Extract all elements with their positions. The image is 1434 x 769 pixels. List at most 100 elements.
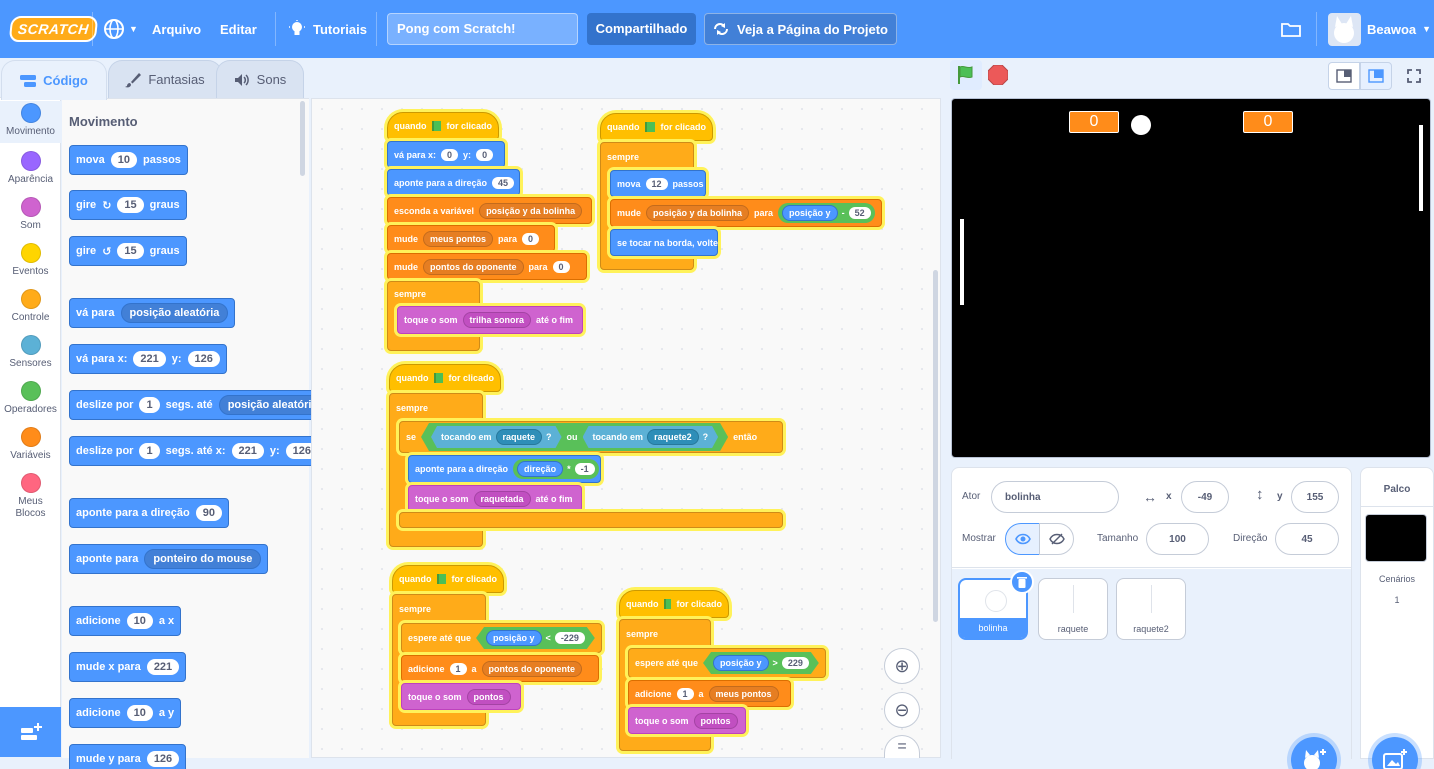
block-set-variable[interactable]: mude pontos do oponente para 0 <box>387 253 587 280</box>
workspace-scrollbar[interactable] <box>933 270 938 622</box>
category-item[interactable]: Som <box>0 197 61 232</box>
block-go-to-xy[interactable]: vá para x: 221 y: 126 <box>69 344 227 374</box>
paddle-right-sprite[interactable] <box>1419 125 1423 211</box>
scratch-logo[interactable]: SCRATCH <box>8 0 99 58</box>
stop-button[interactable] <box>987 64 1009 86</box>
green-flag-button[interactable] <box>950 60 982 90</box>
hat-when-flag-clicked[interactable]: quando for clicado <box>392 565 504 593</box>
large-stage-button[interactable] <box>1360 62 1392 90</box>
zoom-in-button[interactable]: ⊕ <box>884 648 920 684</box>
block-wait-until[interactable]: espere até que posição y < -229 <box>401 623 602 653</box>
category-item[interactable]: Aparência <box>0 151 61 186</box>
language-menu[interactable]: ▼ <box>103 0 138 58</box>
category-motion[interactable]: Movimento <box>0 101 61 143</box>
lightbulb-icon <box>289 20 305 35</box>
block-move-steps[interactable]: mova 12 passos <box>610 170 706 197</box>
block-hide-variable[interactable]: esconda a variável posição y da bolinha <box>387 197 592 224</box>
ball-sprite[interactable] <box>1131 115 1151 135</box>
score-right-monitor: 0 <box>1243 111 1293 133</box>
stage-canvas[interactable]: 0 0 <box>951 98 1431 458</box>
block-play-sound-until-done[interactable]: toque o som raquetada até o fim <box>408 485 582 512</box>
show-hidden-button[interactable] <box>1039 523 1074 555</box>
category-color-dot <box>20 151 41 171</box>
hat-when-flag-clicked[interactable]: quando for clicado <box>389 364 501 392</box>
sprite-name-input[interactable]: bolinha <box>991 481 1119 513</box>
zoom-in-icon: ⊕ <box>894 655 910 676</box>
category-item[interactable]: Controle <box>0 289 61 324</box>
block-go-to[interactable]: vá para posição aleatória <box>69 298 236 328</box>
x-label: x <box>1166 491 1172 502</box>
account-menu[interactable]: Beawoa ▼ <box>1367 0 1431 58</box>
globe-icon <box>104 19 124 39</box>
block-point-direction[interactable]: aponte para a direção 45 <box>387 169 520 196</box>
file-menu[interactable]: Arquivo <box>152 0 201 58</box>
my-stuff-button[interactable] <box>1281 0 1301 58</box>
block-play-sound[interactable]: toque o som pontos <box>628 707 746 734</box>
sprite-thumb-raquete2[interactable]: raquete2 <box>1116 578 1186 640</box>
see-project-page-button[interactable]: Veja a Página do Projeto <box>704 13 897 45</box>
category-color-dot <box>20 473 41 493</box>
x-input[interactable]: -49 <box>1181 481 1229 513</box>
block-point-towards[interactable]: aponte para ponteiro do mouse <box>69 544 269 574</box>
small-stage-button[interactable] <box>1328 62 1360 90</box>
category-item[interactable]: Operadores <box>0 381 61 416</box>
hat-when-flag-clicked[interactable]: quando for clicado <box>600 113 713 141</box>
block-set-variable[interactable]: mude posição y da bolinha para posição y -52 <box>610 199 882 227</box>
block-change-variable[interactable]: adicione 1 a meus pontos <box>628 680 791 707</box>
block-set-y[interactable]: mude y para 126 <box>69 744 187 769</box>
tab-code[interactable]: Código <box>1 60 107 100</box>
trash-icon <box>1017 577 1027 588</box>
avatar[interactable] <box>1328 13 1361 46</box>
hat-when-flag-clicked[interactable]: quando for clicado <box>387 112 499 140</box>
show-visible-button[interactable] <box>1005 523 1040 555</box>
backdrop-thumbnail[interactable] <box>1365 514 1427 562</box>
block-if-on-edge-bounce[interactable]: se tocar na borda, volte <box>610 229 718 256</box>
block-if-then[interactable]: se tocando em raquete? ou tocando em raque… <box>399 421 783 453</box>
tutorials-button[interactable]: Tutoriais <box>289 0 367 58</box>
zoom-out-button[interactable]: ⊖ <box>884 692 920 728</box>
block-change-x[interactable]: adicione 10 a x <box>69 606 182 636</box>
fullscreen-button[interactable] <box>1398 62 1430 90</box>
category-label: Aparência <box>7 174 54 185</box>
block-go-to-xy[interactable]: vá para x: 0 y: 0 <box>387 141 505 168</box>
stage-selector[interactable] <box>1360 467 1434 759</box>
add-extension-button[interactable] <box>0 707 61 757</box>
block-glide-xy[interactable]: deslize por 1 segs. até x: 221 y: 126 <box>69 436 326 466</box>
block-point-direction[interactable]: aponte para a direção direção * -1 <box>408 455 601 483</box>
block-set-variable[interactable]: mude meus pontos para 0 <box>387 225 555 252</box>
block-play-sound-until-done[interactable]: toque o som trilha sonora até o fim <box>397 306 583 334</box>
block-wait-until[interactable]: espere até que posição y >229 <box>628 648 826 678</box>
y-input[interactable]: 155 <box>1291 481 1339 513</box>
block-set-x[interactable]: mude x para 221 <box>69 652 187 682</box>
category-item[interactable]: Variáveis <box>0 427 61 462</box>
block-change-variable[interactable]: adicione 1 a pontos do oponente <box>401 655 599 682</box>
add-extension-icon <box>20 723 42 740</box>
category-item[interactable]: Sensores <box>0 335 61 370</box>
block-play-sound[interactable]: toque o som pontos <box>401 683 521 710</box>
block-change-y[interactable]: adicione 10 a y <box>69 698 182 728</box>
username: Beawoa <box>1367 21 1417 37</box>
share-button[interactable]: Compartilhado <box>587 13 696 45</box>
y-label: y <box>1277 491 1283 502</box>
category-item[interactable]: Eventos <box>0 243 61 278</box>
block-glide[interactable]: deslize por 1 segs. até posição aleatória <box>69 390 334 420</box>
hat-when-flag-clicked[interactable]: quando for clicado <box>619 590 729 618</box>
edit-menu[interactable]: Editar <box>220 0 257 58</box>
category-label: Movimento <box>6 126 55 137</box>
palette-scrollbar[interactable] <box>300 101 305 176</box>
size-input[interactable]: 100 <box>1146 523 1209 555</box>
paddle-left-sprite[interactable] <box>960 219 964 305</box>
tab-costumes[interactable]: Fantasias <box>108 60 222 98</box>
block-turn-left[interactable]: gire ↺ 15 graus <box>69 236 187 266</box>
direction-input[interactable]: 45 <box>1275 523 1339 555</box>
category-item[interactable]: Meus Blocos <box>0 473 61 519</box>
project-title-input[interactable]: Pong com Scratch! <box>387 13 578 45</box>
tab-sounds[interactable]: Sons <box>216 60 304 98</box>
delete-sprite-button[interactable] <box>1010 570 1034 594</box>
sprite-name: bolinha <box>960 618 1026 638</box>
sprite-thumb-raquete[interactable]: raquete <box>1038 578 1108 640</box>
block-point-direction[interactable]: aponte para a direção 90 <box>69 498 229 528</box>
block-move-steps[interactable]: mova 10 passos <box>69 145 188 175</box>
category-label: Meus Blocos <box>15 496 46 519</box>
block-turn-right[interactable]: gire ↻ 15 graus <box>69 190 187 220</box>
